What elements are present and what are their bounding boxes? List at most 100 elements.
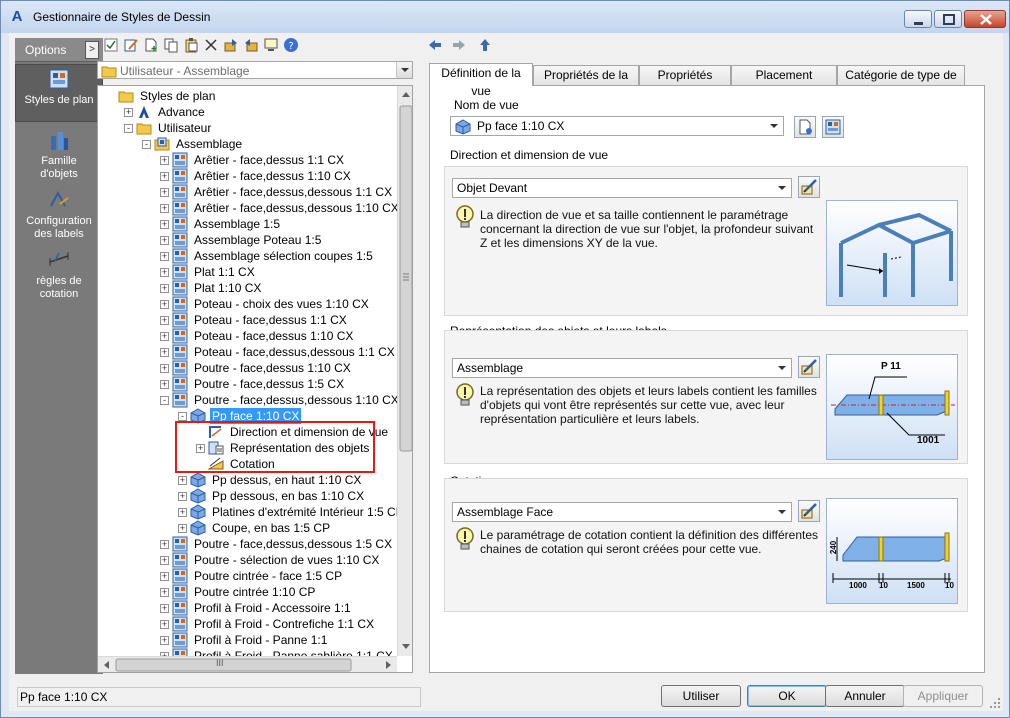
representation-select[interactable]: Assemblage — [452, 358, 792, 378]
expand-icon[interactable]: + — [160, 620, 169, 629]
direction-description: La direction de vue et sa taille contien… — [480, 208, 814, 250]
export-icon[interactable] — [223, 37, 239, 53]
style-icon — [172, 232, 188, 248]
chevron-right-icon[interactable]: > — [85, 41, 99, 59]
dropdown-arrow-icon[interactable] — [774, 360, 790, 376]
expand-icon[interactable]: + — [160, 556, 169, 565]
expand-icon[interactable]: + — [160, 316, 169, 325]
delete-icon[interactable] — [203, 37, 219, 53]
paste-icon[interactable] — [183, 37, 199, 53]
view-settings-button[interactable] — [822, 116, 844, 138]
minimize-button[interactable] — [904, 10, 932, 28]
style-icon — [172, 312, 188, 328]
label-config-icon — [50, 190, 69, 207]
style-tree[interactable]: Styles de plan + Advance - Utilisateur - Assem… — [97, 85, 413, 673]
advance-icon — [139, 106, 149, 118]
new-view-button[interactable] — [794, 116, 816, 138]
tab-break-properties[interactable]: Propriétés brisure — [639, 65, 731, 100]
style-icon — [172, 296, 188, 312]
expand-icon[interactable]: + — [160, 172, 169, 181]
expand-icon[interactable]: + — [160, 204, 169, 213]
expand-icon[interactable]: + — [160, 572, 169, 581]
maximize-button[interactable] — [934, 10, 962, 28]
nav-item-plan-styles[interactable]: Styles de plan — [15, 64, 103, 122]
view-name-select[interactable]: Pp face 1:10 CX — [450, 116, 784, 136]
dropdown-arrow-icon[interactable] — [766, 118, 782, 134]
expand-icon[interactable]: + — [178, 508, 187, 517]
expand-icon[interactable]: + — [160, 348, 169, 357]
back-arrow-icon[interactable] — [429, 40, 441, 50]
expand-icon[interactable]: + — [160, 268, 169, 277]
edit-representation-button[interactable] — [798, 356, 820, 378]
expand-icon[interactable]: + — [160, 380, 169, 389]
copy-icon[interactable] — [163, 37, 179, 53]
apply-button[interactable]: Appliquer — [903, 685, 983, 707]
cotation-height-label: 240 — [829, 540, 839, 555]
close-button[interactable] — [964, 10, 1006, 28]
expand-icon[interactable]: + — [160, 236, 169, 245]
expand-icon[interactable]: + — [160, 188, 169, 197]
help-icon[interactable]: ? — [283, 37, 299, 53]
object-family-icon — [51, 132, 68, 150]
import-icon[interactable] — [243, 37, 259, 53]
expand-icon[interactable]: + — [178, 492, 187, 501]
expand-icon[interactable]: + — [178, 476, 187, 485]
cotation-select[interactable]: Assemblage Face — [452, 502, 792, 522]
up-arrow-icon[interactable] — [480, 39, 490, 51]
nav-item-dimension-rules[interactable]: règles de cotation — [15, 246, 103, 300]
dimension-rules-icon — [49, 252, 69, 266]
tab-view-properties[interactable]: Propriétés de la vue — [533, 65, 639, 100]
expand-icon[interactable]: + — [178, 524, 187, 533]
expand-icon[interactable]: + — [160, 220, 169, 229]
dropdown-arrow-icon[interactable] — [396, 62, 412, 78]
expand-icon[interactable]: + — [160, 252, 169, 261]
dropdown-arrow-icon[interactable] — [774, 180, 790, 196]
expand-icon[interactable]: + — [160, 636, 169, 645]
collapse-icon[interactable]: - — [142, 140, 151, 149]
expand-icon[interactable]: + — [124, 108, 133, 117]
style-icon — [172, 392, 188, 408]
view-icon — [190, 488, 206, 504]
check-icon[interactable] — [103, 37, 119, 53]
tree-vertical-scrollbar[interactable] — [397, 86, 412, 656]
nav-item-object-family[interactable]: Famille d'objets — [15, 126, 103, 180]
nav-item-label-config[interactable]: Configuration des labels — [15, 186, 103, 240]
nav-item-label: Styles de plan — [24, 94, 94, 106]
expand-icon[interactable]: + — [160, 284, 169, 293]
collapse-icon[interactable]: - — [160, 396, 169, 405]
forward-arrow-icon[interactable] — [453, 40, 465, 50]
edit-style-icon[interactable] — [123, 37, 139, 53]
tree-horizontal-scrollbar[interactable]: III — [98, 656, 397, 672]
nav-item-label: Configuration des labels — [26, 215, 92, 240]
use-button[interactable]: Utiliser — [661, 685, 741, 707]
edit-cotation-button[interactable] — [798, 500, 820, 522]
expand-icon[interactable]: + — [160, 332, 169, 341]
resize-grip-icon[interactable] — [989, 697, 1001, 709]
dropdown-arrow-icon[interactable] — [774, 504, 790, 520]
tab-compass-placement[interactable]: Placement boussole — [731, 65, 837, 100]
expand-icon[interactable]: + — [160, 588, 169, 597]
tab-view-definition[interactable]: Définition de la vue — [429, 63, 533, 98]
view-icon — [190, 504, 206, 520]
cancel-button[interactable]: Annuler — [825, 685, 905, 707]
tree-node-label: Arêtier - face,dessus,dessous 1:1 CX — [194, 185, 393, 199]
collapse-icon[interactable]: - — [178, 412, 187, 421]
options-label: Options — [25, 43, 67, 57]
style-filter-combo[interactable]: Utilisateur - Assemblage — [97, 61, 413, 79]
style-icon — [172, 152, 188, 168]
tab-view-type-category[interactable]: Catégorie de type de vue — [837, 65, 965, 100]
cotation-value: Assemblage Face — [457, 505, 554, 519]
ok-button[interactable]: OK — [747, 685, 827, 707]
expand-icon[interactable]: + — [160, 540, 169, 549]
expand-icon[interactable]: + — [160, 300, 169, 309]
expand-icon[interactable]: + — [160, 364, 169, 373]
preview-icon[interactable] — [263, 37, 279, 53]
tree-node-label: Profil à Froid - Accessoire 1:1 — [194, 601, 351, 615]
new-style-icon[interactable] — [143, 37, 159, 53]
collapse-icon[interactable]: - — [124, 124, 133, 133]
expand-icon[interactable]: + — [160, 156, 169, 165]
expand-icon[interactable]: + — [160, 604, 169, 613]
direction-select[interactable]: Objet Devant — [452, 178, 792, 198]
edit-direction-button[interactable] — [798, 176, 820, 198]
options-header[interactable]: Options > — [15, 38, 103, 62]
